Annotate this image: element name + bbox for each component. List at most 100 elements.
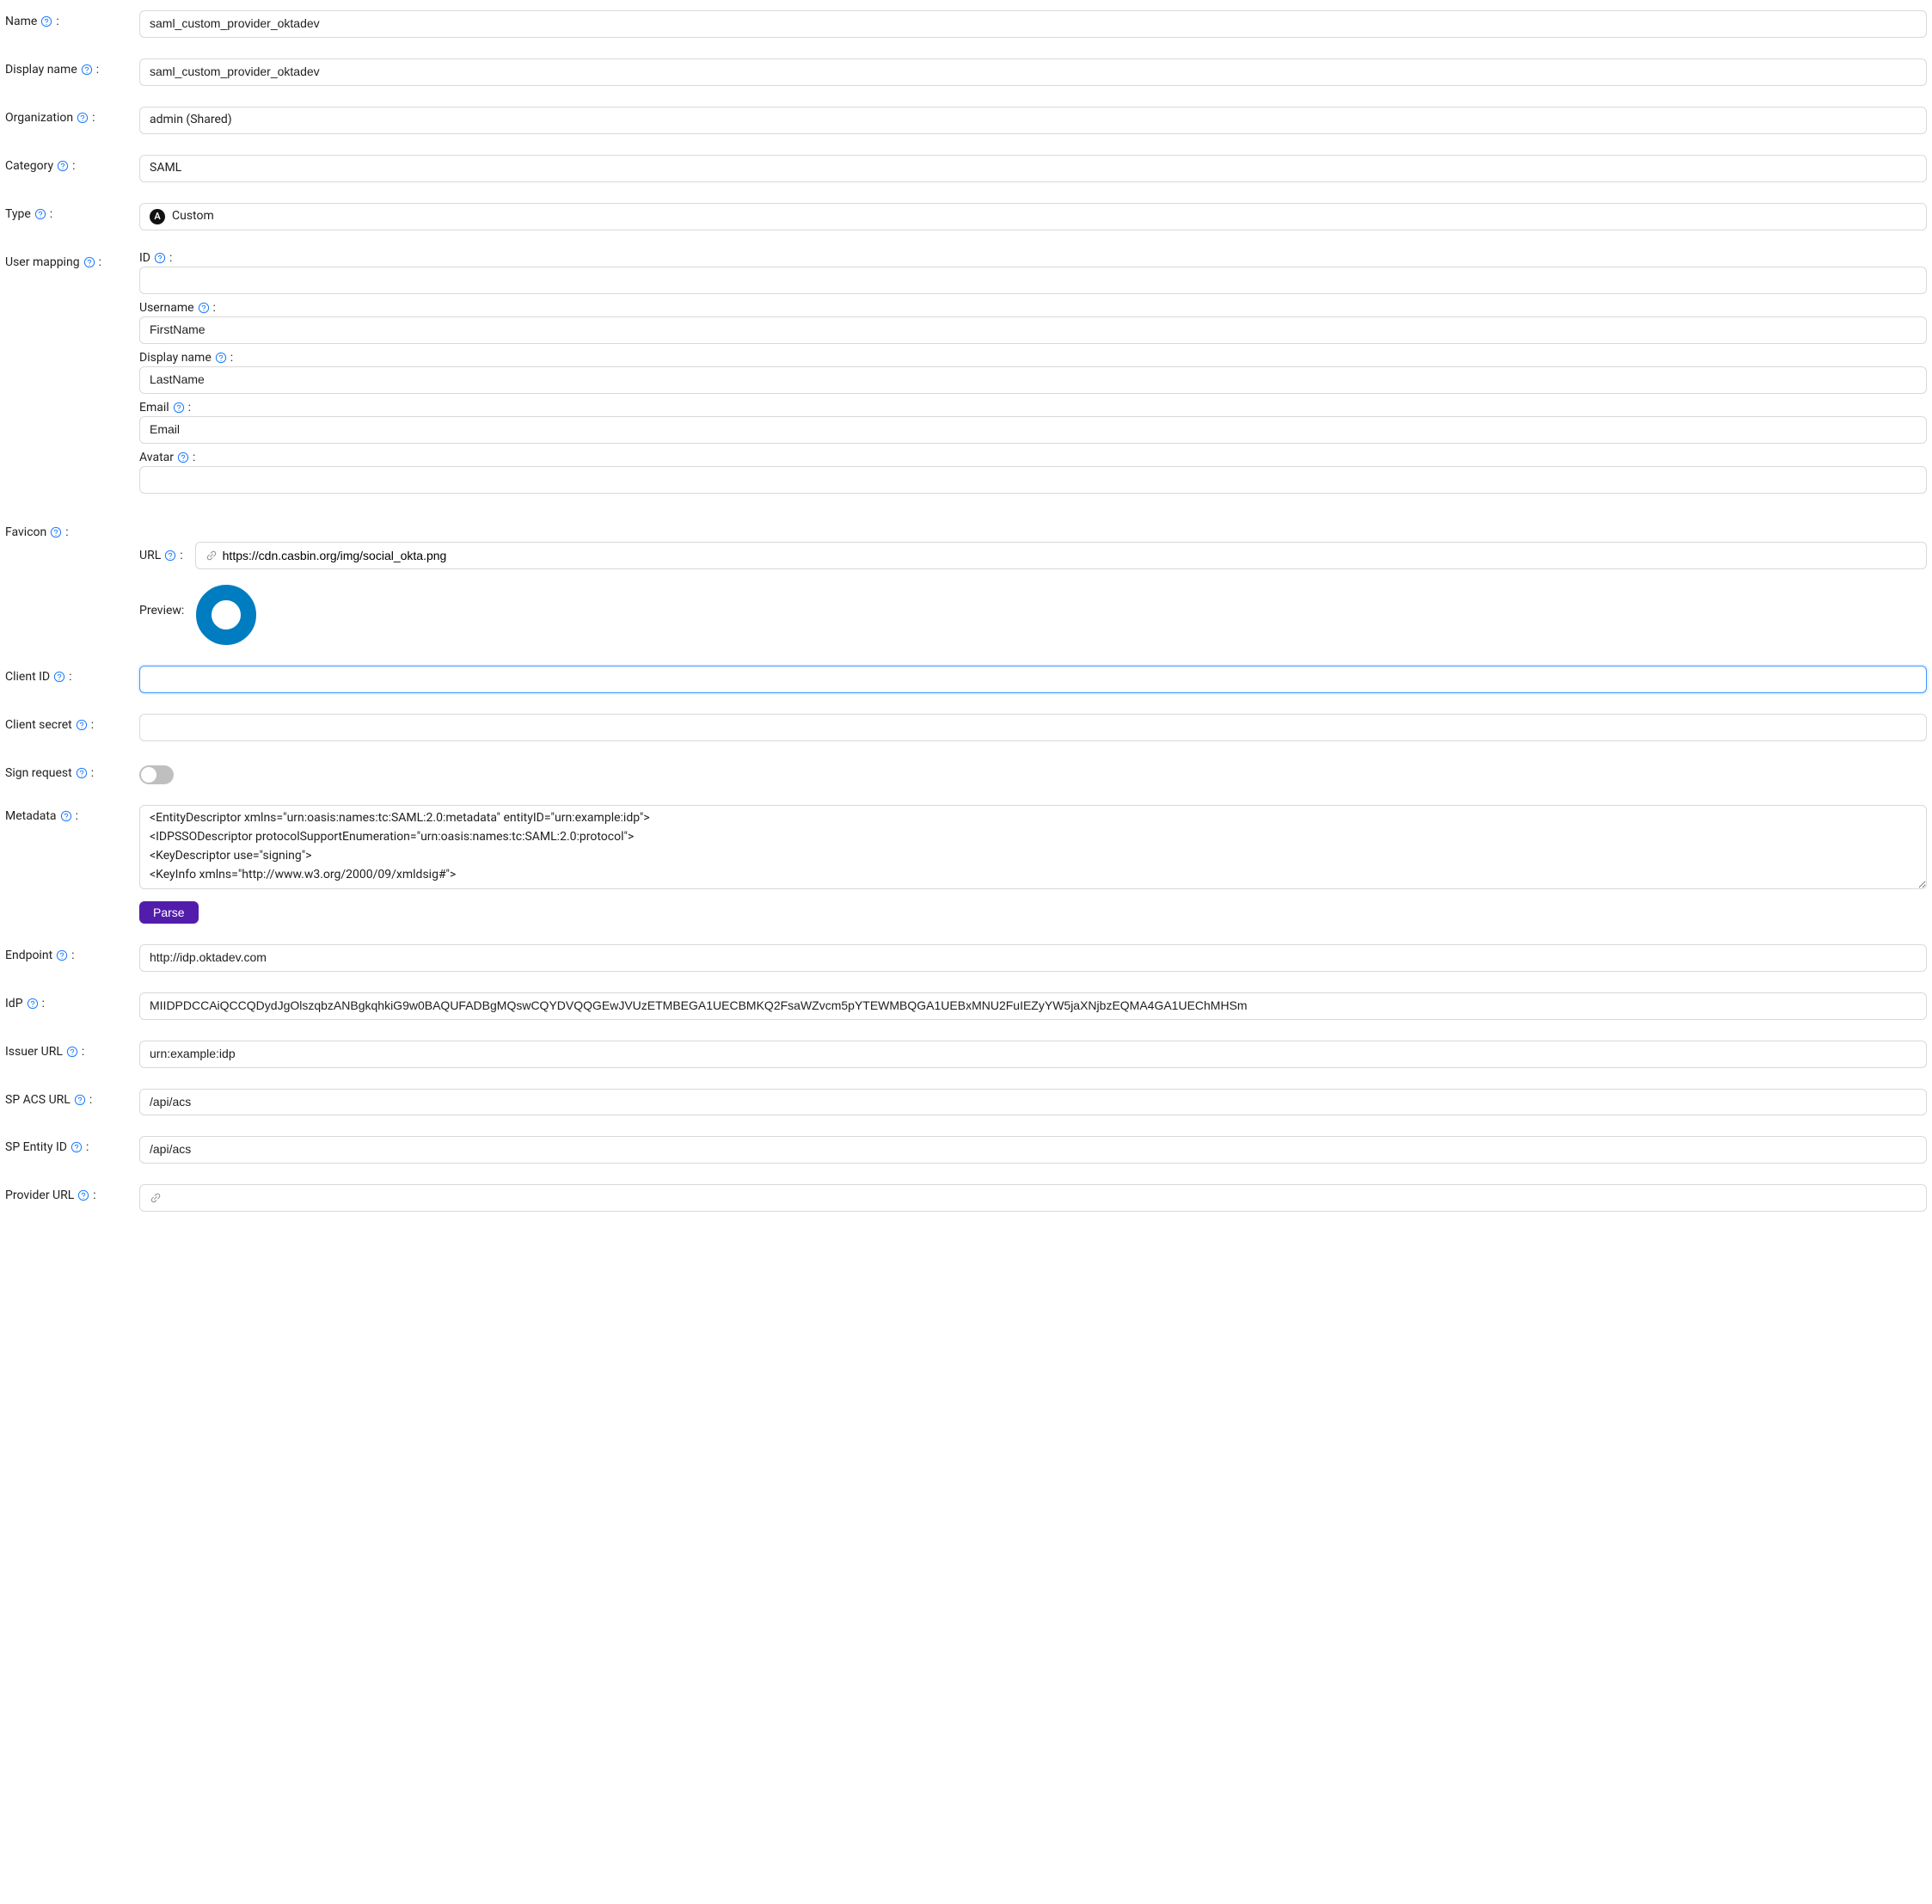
- favicon-url-input-wrapper[interactable]: [195, 542, 1927, 569]
- help-icon[interactable]: [154, 252, 166, 264]
- mapping-username-input[interactable]: [139, 316, 1927, 344]
- label-colon: :: [72, 159, 75, 173]
- label-colon: :: [213, 301, 216, 315]
- category-label-text: Category: [5, 159, 53, 173]
- help-icon[interactable]: [76, 767, 88, 779]
- sign-request-switch[interactable]: [139, 765, 174, 784]
- organization-select[interactable]: admin (Shared): [139, 107, 1927, 134]
- label-colon: :: [169, 251, 172, 265]
- label-colon: :: [69, 670, 71, 684]
- metadata-textarea[interactable]: [139, 805, 1927, 889]
- help-icon[interactable]: [198, 302, 210, 314]
- favicon-preview-label: Preview:: [139, 585, 184, 617]
- mapping-id-input[interactable]: [139, 267, 1927, 294]
- organization-label-text: Organization: [5, 111, 73, 125]
- help-icon[interactable]: [77, 1189, 89, 1201]
- mapping-username-label: Username :: [139, 301, 1927, 315]
- display-name-input[interactable]: [139, 58, 1927, 86]
- help-icon[interactable]: [60, 810, 72, 822]
- label-colon: :: [71, 949, 74, 962]
- organization-value: admin (Shared): [150, 111, 232, 130]
- client-secret-label: Client secret :: [5, 714, 139, 732]
- type-label: Type :: [5, 203, 139, 221]
- help-icon[interactable]: [66, 1046, 78, 1058]
- endpoint-input[interactable]: [139, 944, 1927, 972]
- label-colon: :: [193, 451, 195, 464]
- mapping-email-input[interactable]: [139, 416, 1927, 444]
- help-icon[interactable]: [83, 256, 95, 268]
- mapping-id-label-text: ID: [139, 251, 150, 265]
- display-name-label: Display name :: [5, 58, 139, 77]
- sp-acs-url-input[interactable]: [139, 1089, 1927, 1116]
- label-colon: :: [89, 1093, 92, 1107]
- category-select[interactable]: SAML: [139, 155, 1927, 182]
- sign-request-label-text: Sign request: [5, 766, 72, 780]
- favicon-url-label: URL :: [139, 549, 183, 562]
- help-icon[interactable]: [77, 112, 89, 124]
- idp-label: IdP :: [5, 992, 139, 1010]
- help-icon[interactable]: [81, 64, 93, 76]
- idp-input[interactable]: [139, 992, 1927, 1020]
- sp-entity-id-input[interactable]: [139, 1136, 1927, 1164]
- mapping-username-label-text: Username: [139, 301, 194, 315]
- name-label: Name :: [5, 10, 139, 28]
- mapping-display-name-label-text: Display name: [139, 351, 212, 365]
- favicon-label: Favicon :: [5, 521, 139, 539]
- mapping-display-name-input[interactable]: [139, 366, 1927, 394]
- link-icon: [205, 550, 218, 562]
- help-icon[interactable]: [34, 208, 46, 220]
- help-icon[interactable]: [164, 550, 176, 562]
- provider-url-label-text: Provider URL: [5, 1188, 74, 1202]
- endpoint-label-text: Endpoint: [5, 949, 52, 962]
- help-icon[interactable]: [53, 671, 65, 683]
- endpoint-label: Endpoint :: [5, 944, 139, 962]
- mapping-avatar-label-text: Avatar: [139, 451, 174, 464]
- display-name-label-text: Display name: [5, 63, 77, 77]
- favicon-label-text: Favicon: [5, 525, 46, 539]
- category-label: Category :: [5, 155, 139, 173]
- label-colon: :: [65, 525, 68, 539]
- idp-label-text: IdP: [5, 997, 23, 1010]
- help-icon[interactable]: [74, 1094, 86, 1106]
- label-colon: :: [96, 63, 99, 77]
- sp-acs-url-label: SP ACS URL :: [5, 1089, 139, 1107]
- help-icon[interactable]: [50, 526, 62, 538]
- provider-url-input[interactable]: [167, 1191, 1917, 1205]
- label-colon: :: [50, 207, 52, 221]
- label-colon: :: [42, 997, 45, 1010]
- name-input[interactable]: [139, 10, 1927, 38]
- client-secret-input[interactable]: [139, 714, 1927, 741]
- help-icon[interactable]: [56, 949, 68, 961]
- help-icon[interactable]: [27, 998, 39, 1010]
- help-icon[interactable]: [215, 352, 227, 364]
- label-colon: :: [56, 15, 58, 28]
- help-icon[interactable]: [71, 1141, 83, 1153]
- favicon-preview-label-text: Preview:: [139, 604, 184, 617]
- favicon-url-input[interactable]: [223, 549, 1917, 562]
- link-icon: [150, 1192, 162, 1204]
- label-colon: :: [180, 549, 182, 562]
- sp-entity-id-label: SP Entity ID :: [5, 1136, 139, 1154]
- client-id-input[interactable]: [139, 666, 1927, 693]
- mapping-email-label: Email :: [139, 401, 1927, 415]
- label-colon: :: [230, 351, 233, 365]
- help-icon[interactable]: [76, 719, 88, 731]
- help-icon[interactable]: [57, 160, 69, 172]
- custom-type-icon: A: [150, 209, 165, 224]
- provider-url-input-wrapper[interactable]: [139, 1184, 1927, 1212]
- okta-logo-icon: [196, 585, 256, 645]
- user-mapping-label: User mapping :: [5, 251, 139, 269]
- name-label-text: Name: [5, 15, 37, 28]
- metadata-label: Metadata :: [5, 805, 139, 823]
- provider-url-label: Provider URL :: [5, 1184, 139, 1202]
- mapping-avatar-input[interactable]: [139, 466, 1927, 494]
- type-select[interactable]: A Custom: [139, 203, 1927, 230]
- mapping-email-label-text: Email: [139, 401, 169, 415]
- label-colon: :: [76, 809, 78, 823]
- issuer-url-input[interactable]: [139, 1041, 1927, 1068]
- help-icon[interactable]: [173, 402, 185, 414]
- help-icon[interactable]: [177, 451, 189, 464]
- parse-button[interactable]: Parse: [139, 901, 199, 924]
- help-icon[interactable]: [40, 15, 52, 28]
- type-label-text: Type: [5, 207, 31, 221]
